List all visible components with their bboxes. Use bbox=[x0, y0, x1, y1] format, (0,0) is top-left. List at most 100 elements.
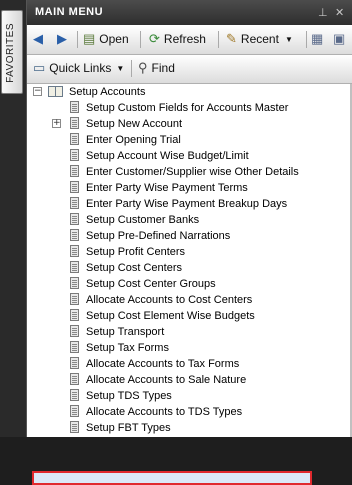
tree-item-label: Allocate Accounts to Cost Centers bbox=[86, 293, 253, 306]
open-button[interactable]: ▤ Open bbox=[83, 29, 129, 49]
tree-item[interactable]: Setup Tax Forms bbox=[27, 340, 352, 356]
tree-item-label: Setup Custom Fields for Accounts Master bbox=[86, 101, 289, 114]
tree-item[interactable]: Enter Party Wise Payment Terms bbox=[27, 180, 352, 196]
tree-item[interactable]: Setup Transport bbox=[27, 324, 352, 340]
tree-item-label: Setup Customer Banks bbox=[86, 213, 200, 226]
close-icon[interactable]: ✕ bbox=[335, 6, 344, 19]
chevron-down-icon: ▼ bbox=[116, 63, 125, 73]
tree-item-label: Allocate Accounts to Tax Forms bbox=[86, 357, 240, 370]
document-icon bbox=[68, 213, 81, 226]
tree-item[interactable]: Setup Custom Fields for Accounts Master bbox=[27, 100, 352, 116]
document-icon bbox=[68, 293, 81, 306]
tree-item-label: Setup Pre-Defined Narrations bbox=[86, 229, 231, 242]
collapse-icon[interactable]: − bbox=[33, 87, 42, 96]
find-label: Find bbox=[151, 61, 175, 75]
tree-item[interactable]: Setup Customer Banks bbox=[27, 212, 352, 228]
document-icon bbox=[68, 373, 81, 386]
tree-root-label: Setup Accounts bbox=[69, 85, 146, 98]
tree-item-label: Setup Tax Forms bbox=[86, 341, 169, 354]
tree-item-label: Enter Customer/Supplier wise Other Detai… bbox=[86, 165, 299, 178]
refresh-label: Refresh bbox=[163, 32, 206, 46]
tree-item-label: Enter Party Wise Payment Terms bbox=[86, 181, 248, 194]
tree-item[interactable]: Allocate Accounts to Tax Forms bbox=[27, 356, 352, 372]
settings-button[interactable]: ▣ bbox=[333, 29, 349, 49]
document-icon bbox=[68, 389, 81, 402]
document-icon bbox=[68, 309, 81, 322]
document-icon bbox=[68, 325, 81, 338]
toolbar-divider bbox=[218, 31, 219, 48]
tree-item-label: Allocate Accounts to TDS Types bbox=[86, 405, 243, 418]
main-toolbar: ◀ ▶ ▤ Open ⟳ Refresh ✎ Recent ▼ ▦ ▣ bbox=[27, 26, 352, 55]
find-button[interactable]: ⚲ Find bbox=[138, 58, 175, 78]
document-icon bbox=[68, 149, 81, 162]
tree-item[interactable]: Setup FBT Types bbox=[27, 420, 352, 436]
tree-item[interactable]: + Setup New Account bbox=[27, 116, 352, 132]
recent-label: Recent bbox=[240, 32, 279, 46]
tree-item[interactable]: Setup Cost Element Wise Budgets bbox=[27, 308, 352, 324]
tree-item[interactable]: Setup Pre-Defined Narrations bbox=[27, 228, 352, 244]
tree-item[interactable]: Allocate Accounts to Sale Nature bbox=[27, 372, 352, 388]
document-icon bbox=[68, 181, 81, 194]
arrow-right-icon: ▶ bbox=[57, 31, 67, 46]
toolbar-divider bbox=[306, 31, 307, 48]
refresh-icon: ⟳ bbox=[149, 31, 160, 46]
tree-item[interactable]: Setup TDS Types bbox=[27, 388, 352, 404]
pin-icon[interactable]: ⊥ bbox=[318, 6, 328, 19]
tree-item[interactable]: Enter Opening Trial bbox=[27, 132, 352, 148]
settings-icon: ▣ bbox=[333, 31, 346, 46]
tree-item[interactable]: Setup Cost Center Groups bbox=[27, 276, 352, 292]
document-icon bbox=[68, 245, 81, 258]
toolbar-divider bbox=[131, 60, 132, 77]
selection-highlight bbox=[32, 471, 312, 485]
recent-button[interactable]: ✎ Recent ▼ bbox=[226, 29, 293, 49]
tree-item[interactable]: Setup Account Wise Budget/Limit bbox=[27, 148, 352, 164]
open-icon: ▤ bbox=[83, 31, 96, 46]
favorites-label: FAVORITES bbox=[5, 23, 16, 83]
tree-item-label: Setup New Account bbox=[86, 117, 183, 130]
main-menu-panel: MAIN MENU ⊥ ✕ ◀ ▶ ▤ Open ⟳ Refresh ✎ Rec… bbox=[26, 0, 352, 485]
tree-item-label: Setup Cost Element Wise Budgets bbox=[86, 309, 255, 322]
chevron-down-icon: ▼ bbox=[284, 34, 293, 44]
document-icon bbox=[68, 101, 81, 114]
document-icon bbox=[68, 133, 81, 146]
expand-icon[interactable]: + bbox=[52, 119, 61, 128]
back-button[interactable]: ◀ bbox=[33, 29, 47, 49]
tree-item[interactable]: Allocate Accounts to TDS Types bbox=[27, 404, 352, 420]
document-icon bbox=[68, 421, 81, 434]
binoculars-icon: ⚲ bbox=[138, 60, 148, 75]
quick-links-icon: ▭ bbox=[33, 60, 46, 75]
tree-item-label: Setup Cost Center Groups bbox=[86, 277, 216, 290]
refresh-button[interactable]: ⟳ Refresh bbox=[149, 29, 206, 49]
tree-item-label: Allocate Accounts to Sale Nature bbox=[86, 373, 247, 386]
tree-item[interactable]: Setup Profit Centers bbox=[27, 244, 352, 260]
panel-title: MAIN MENU bbox=[35, 6, 104, 18]
document-icon bbox=[68, 165, 81, 178]
tree-item[interactable]: Enter Customer/Supplier wise Other Detai… bbox=[27, 164, 352, 180]
document-icon bbox=[68, 117, 81, 130]
tree-item-label: Setup TDS Types bbox=[86, 389, 172, 402]
menu-tree: − Setup Accounts Setup Custom Fields for… bbox=[27, 84, 352, 485]
arrow-left-icon: ◀ bbox=[33, 31, 43, 46]
tree-item-label: Setup Cost Centers bbox=[86, 261, 182, 274]
panel-titlebar: MAIN MENU ⊥ ✕ bbox=[27, 0, 352, 25]
tree-item[interactable]: Setup Cost Centers bbox=[27, 260, 352, 276]
toolbar-divider bbox=[77, 31, 78, 48]
tree-item-label: Setup FBT Types bbox=[86, 421, 171, 434]
favorites-tab[interactable]: FAVORITES bbox=[1, 10, 23, 94]
recent-icon: ✎ bbox=[226, 31, 237, 46]
tree-item-label: Enter Party Wise Payment Breakup Days bbox=[86, 197, 288, 210]
toolbar-divider bbox=[140, 31, 141, 48]
tree-item-label: Enter Opening Trial bbox=[86, 133, 181, 146]
document-icon bbox=[68, 405, 81, 418]
tree-item[interactable]: Enter Party Wise Payment Breakup Days bbox=[27, 196, 352, 212]
quick-links-button[interactable]: ▭ Quick Links ▼ bbox=[33, 58, 124, 78]
document-icon bbox=[68, 277, 81, 290]
tree-item-label: Setup Transport bbox=[86, 325, 165, 338]
document-icon bbox=[68, 341, 81, 354]
forward-button[interactable]: ▶ bbox=[57, 29, 71, 49]
secondary-toolbar: ▭ Quick Links ▼ ⚲ Find bbox=[27, 55, 352, 84]
print-button[interactable]: ▦ bbox=[311, 29, 327, 49]
document-icon bbox=[68, 357, 81, 370]
tree-item[interactable]: Allocate Accounts to Cost Centers bbox=[27, 292, 352, 308]
tree-root-setup-accounts[interactable]: − Setup Accounts bbox=[27, 84, 352, 100]
